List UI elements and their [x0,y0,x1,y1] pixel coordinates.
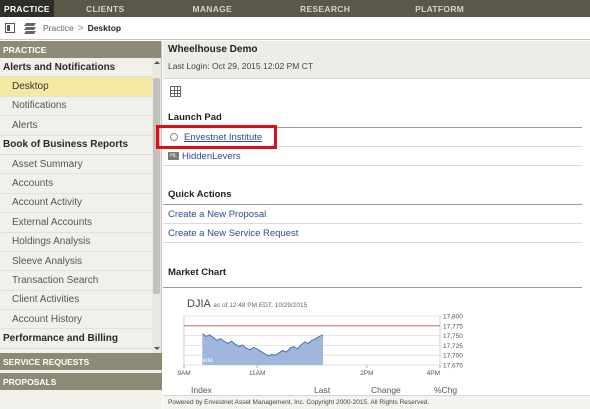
quick-action-row-service-request: Create a New Service Request [163,224,582,243]
hiddenlevers-icon: HL [168,152,179,160]
highlight-box [156,125,277,149]
hiddenlevers-link[interactable]: HiddenLevers [182,151,241,162]
quick-action-row-proposal: Create a New Proposal [163,205,582,224]
sidebar: PRACTICE Alerts and Notifications Deskto… [0,41,162,409]
table-header-change: Change [371,385,401,395]
chart-y-tick-label: 17,725 [443,343,463,350]
sidebar-section-proposals[interactable]: PROPOSALS [0,373,162,390]
sidebar-heading-alerts[interactable]: Alerts and Notifications [0,58,152,78]
calendar-icon[interactable] [170,86,181,97]
chart-interval-label: 1 Minute [188,357,213,364]
launch-pad-row-hiddenlevers: HL HiddenLevers [163,147,582,166]
layers-icon[interactable] [24,23,36,34]
chart-y-tick-label: 17,750 [443,333,463,340]
sidebar-item-account-activity[interactable]: Account Activity [0,194,152,214]
sidebar-item-alerts[interactable]: Alerts [0,116,152,136]
quick-actions-title: Quick Actions [168,189,232,200]
sidebar-item-holdings-analysis[interactable]: Holdings Analysis [0,233,152,252]
market-chart: DJIA as of 12:48 PM EDT, 10/29/2015 17,8… [163,287,582,395]
sidebar-item-notifications[interactable]: Notifications [0,97,152,117]
chart-x-tick-label: 4PM [427,370,440,377]
sidebar-heading-book-of-business[interactable]: Book of Business Reports [0,136,152,155]
scrollbar-thumb[interactable] [153,78,160,294]
breadcrumb-bar: Practice > Desktop [0,17,590,40]
sidebar-item-desktop[interactable]: Desktop [0,77,152,97]
tab-clients[interactable]: CLIENTS [82,0,128,17]
launch-pad-title: Launch Pad [168,112,222,123]
table-header-pctchg: %Chg [434,385,458,395]
sidebar-heading-performance-billing[interactable]: Performance and Billing [0,329,152,349]
sidebar-section-service-requests[interactable]: SERVICE REQUESTS [0,353,162,370]
top-nav: PRACTICE CLIENTS MANAGE RESEARCH PLATFOR… [0,0,590,17]
tab-platform[interactable]: PLATFORM [411,0,468,17]
sidebar-item-account-history[interactable]: Account History [0,310,152,330]
table-header-last: Last [314,385,331,395]
page-title: Wheelhouse Demo [168,44,258,55]
tab-manage[interactable]: MANAGE [188,0,236,17]
sidebar-item-sleeve-analysis[interactable]: Sleeve Analysis [0,252,152,272]
main-panel: Wheelhouse Demo Last Login: Oct 29, 2015… [156,41,590,409]
sidebar-footer-fill [0,391,162,409]
copyright-footer: Powered by Envestnet Asset Management, I… [163,395,590,409]
scroll-up-icon[interactable] [153,59,160,66]
table-header-index: Index [191,385,212,395]
breadcrumb-current: Desktop [87,23,122,33]
sidebar-item-asset-summary[interactable]: Asset Summary [0,155,152,175]
chart-x-tick-label: 9AM [177,370,190,377]
collapse-sidebar-icon[interactable] [5,23,15,33]
breadcrumb-practice[interactable]: Practice [43,23,74,33]
sidebar-item-client-activities[interactable]: Client Activities [0,291,152,311]
sidebar-section-practice[interactable]: PRACTICE [0,41,161,58]
chart-x-tick-label: 11AM [249,370,266,377]
tab-practice[interactable]: PRACTICE [0,0,54,17]
create-proposal-link[interactable]: Create a New Proposal [168,209,266,220]
sidebar-item-transaction-search[interactable]: Transaction Search [0,271,152,291]
sidebar-item-accounts[interactable]: Accounts [0,174,152,194]
chart-x-tick-label: 2PM [360,370,373,377]
create-service-request-link[interactable]: Create a New Service Request [168,228,298,239]
breadcrumb-separator: > [77,22,84,34]
scroll-down-icon[interactable] [153,345,160,352]
market-chart-title: Market Chart [168,267,227,278]
djia-chart: 17,800 17,775 17,750 17,725 17,700 17,675 1 Mi… [177,314,463,378]
tab-research[interactable]: RESEARCH [296,0,354,17]
main-header: Wheelhouse Demo Last Login: Oct 29, 2015… [163,41,590,79]
sidebar-item-external-accounts[interactable]: External Accounts [0,213,152,233]
chart-y-tick-label: 17,700 [443,353,463,360]
chart-y-tick-label: 17,775 [443,323,463,330]
chart-y-tick-label: 17,800 [443,314,463,321]
sidebar-scrollbar[interactable] [152,58,161,353]
last-login: Last Login: Oct 29, 2015 12:02 PM CT [168,61,314,71]
sidebar-list: Alerts and Notifications Desktop Notific… [0,58,152,352]
chart-y-tick-label: 17,675 [443,363,463,370]
